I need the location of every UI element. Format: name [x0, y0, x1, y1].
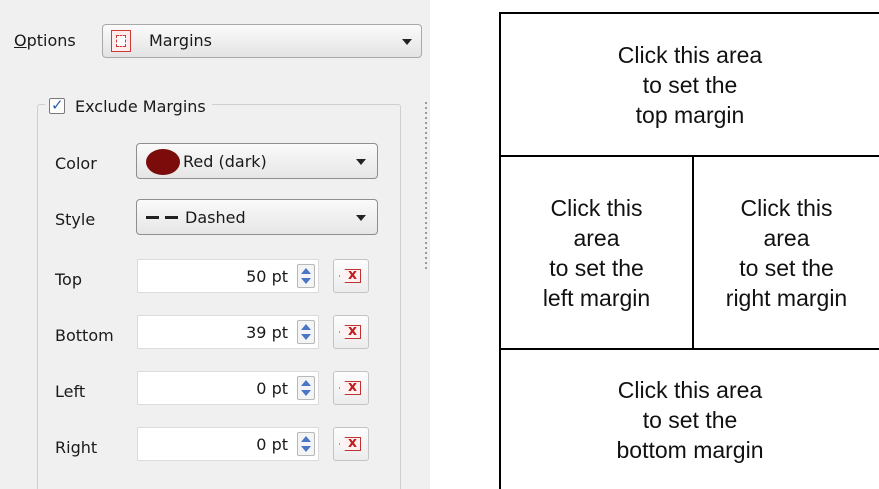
spin-down-icon[interactable]: [301, 278, 311, 284]
chevron-down-icon: [402, 39, 412, 45]
dashed-line-icon: [146, 216, 178, 219]
bottom-margin-value: 39 pt: [246, 323, 288, 342]
spin-up-icon[interactable]: [301, 324, 311, 330]
style-label: Style: [55, 210, 96, 229]
top-margin-label: Top: [55, 270, 82, 289]
bottom-margin-click-area[interactable]: Click this area to set the bottom margin: [501, 350, 879, 489]
splitter-handle[interactable]: [425, 102, 427, 272]
options-selected-value: Margins: [149, 31, 212, 50]
options-combobox[interactable]: Margins: [102, 24, 422, 58]
exclude-margins-label: Exclude Margins: [75, 96, 206, 116]
spin-down-icon[interactable]: [301, 446, 311, 452]
color-label: Color: [55, 154, 97, 173]
clear-top-margin-button[interactable]: x: [333, 259, 369, 293]
bottom-margin-stepper[interactable]: [297, 320, 315, 344]
clear-right-margin-button[interactable]: x: [333, 427, 369, 461]
top-margin-stepper[interactable]: [297, 264, 315, 288]
spin-up-icon[interactable]: [301, 380, 311, 386]
left-margin-label: Left: [55, 382, 86, 401]
chevron-down-icon: [356, 159, 366, 165]
right-margin-spinbox[interactable]: 0 pt: [137, 427, 319, 461]
margins-options-panel: Options Margins ✓ Exclude Margins Color …: [0, 0, 430, 489]
exclude-margins-toggle[interactable]: ✓ Exclude Margins: [45, 94, 212, 118]
right-margin-stepper[interactable]: [297, 432, 315, 456]
top-margin-click-area[interactable]: Click this area to set the top margin: [501, 14, 879, 155]
color-swatch-icon: [146, 149, 180, 175]
spin-down-icon[interactable]: [301, 390, 311, 396]
margin-click-diagram: Click this area to set the top margin Cl…: [499, 0, 879, 489]
clear-bottom-margin-button[interactable]: x: [333, 315, 369, 349]
left-margin-click-area[interactable]: Click this area to set the left margin: [501, 157, 692, 348]
margins-icon: [111, 30, 131, 52]
exclude-margins-checkbox[interactable]: ✓: [49, 96, 65, 114]
top-margin-spinbox[interactable]: 50 pt: [137, 259, 319, 293]
color-combobox[interactable]: Red (dark): [136, 143, 378, 179]
right-margin-click-area[interactable]: Click this area to set the right margin: [694, 157, 879, 348]
left-margin-spinbox[interactable]: 0 pt: [137, 371, 319, 405]
check-icon: ✓: [51, 96, 64, 114]
color-value: Red (dark): [183, 152, 267, 171]
right-margin-value: 0 pt: [256, 435, 288, 454]
top-margin-value: 50 pt: [246, 267, 288, 286]
bottom-margin-label: Bottom: [55, 326, 114, 345]
spin-down-icon[interactable]: [301, 334, 311, 340]
spin-up-icon[interactable]: [301, 436, 311, 442]
chevron-down-icon: [356, 215, 366, 221]
left-margin-stepper[interactable]: [297, 376, 315, 400]
clear-left-margin-button[interactable]: x: [333, 371, 369, 405]
options-label: Options: [14, 31, 76, 50]
left-margin-value: 0 pt: [256, 379, 288, 398]
right-margin-label: Right: [55, 438, 98, 457]
style-combobox[interactable]: Dashed: [136, 199, 378, 235]
style-value: Dashed: [185, 208, 246, 227]
bottom-margin-spinbox[interactable]: 39 pt: [137, 315, 319, 349]
spin-up-icon[interactable]: [301, 268, 311, 274]
